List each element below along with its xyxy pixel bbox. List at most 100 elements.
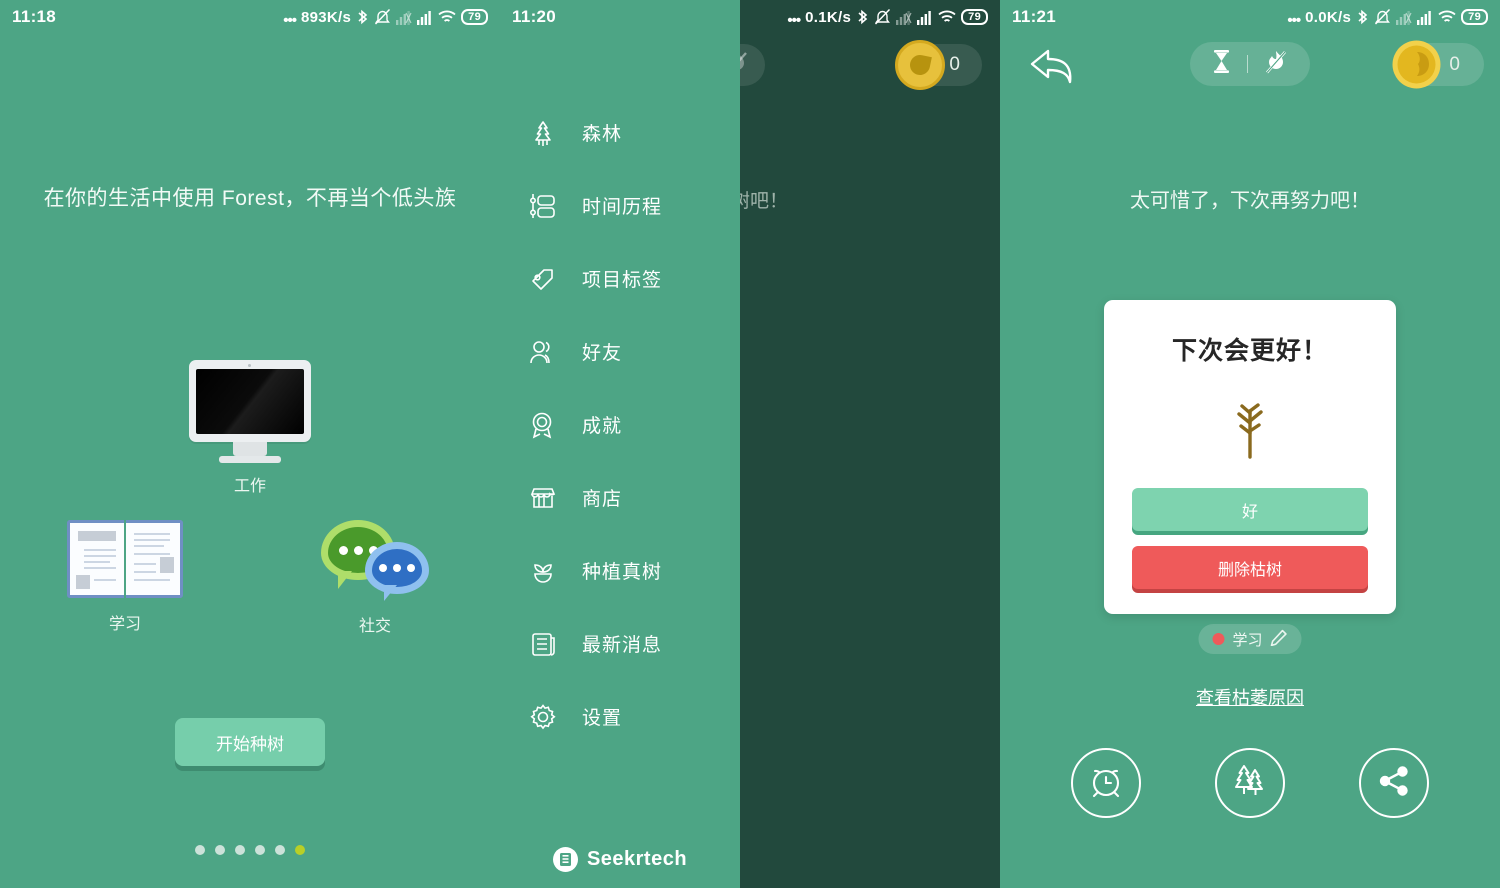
menu-item-label: 成就 xyxy=(582,416,623,437)
battery-icon: 79 xyxy=(961,9,988,25)
screen-result: 11:21 ••• 0.0K/s 79 0 太可惜了，下次再努力吧！ 下次会更好… xyxy=(1000,0,1500,888)
pager-dot[interactable] xyxy=(215,845,225,855)
network-speed: 0.1K/s xyxy=(805,8,852,26)
pencil-icon[interactable] xyxy=(1270,629,1288,650)
category-study-label: 学习 xyxy=(108,616,141,633)
signal-icon xyxy=(417,9,433,25)
pager-dot[interactable] xyxy=(275,845,285,855)
status-time: 11:18 xyxy=(12,7,57,26)
result-tag[interactable]: 学习 xyxy=(1198,624,1302,654)
start-planting-button[interactable]: 开始种树 xyxy=(175,718,325,766)
menu-item-store[interactable]: 商店 xyxy=(500,461,740,534)
category-study[interactable]: 学习 xyxy=(0,520,250,636)
menu-item-friends[interactable]: 好友 xyxy=(500,315,740,388)
network-speed: 893K/s xyxy=(300,8,352,26)
status-bar: 11:21 ••• 0.0K/s 79 xyxy=(1000,0,1500,34)
store-icon xyxy=(528,481,568,515)
hourglass-icon[interactable] xyxy=(1212,49,1231,79)
network-dots-icon: ••• xyxy=(1287,11,1301,29)
sprout-icon xyxy=(528,554,568,588)
achievement-medal-icon xyxy=(528,408,568,442)
coin-counter[interactable]: 0 xyxy=(1392,40,1484,89)
category-social-label: 社交 xyxy=(358,618,391,635)
mute-icon xyxy=(374,8,391,26)
news-icon xyxy=(528,627,568,661)
category-work[interactable]: 工作 xyxy=(0,360,500,496)
fail-message: 太可惜了，下次再努力吧！ xyxy=(1130,190,1370,212)
battery-icon: 79 xyxy=(1461,9,1488,25)
mute-icon xyxy=(1374,8,1391,26)
forest-trees-icon xyxy=(1230,761,1270,806)
dialog-ok-button[interactable]: 好 xyxy=(1132,488,1368,531)
brand-footer: Seekrtech xyxy=(500,847,740,872)
dialog-title: 下次会更好！ xyxy=(1171,337,1328,365)
menu-item-label: 设置 xyxy=(582,708,623,729)
mute-icon xyxy=(874,8,891,26)
screens-container: 11:18 ••• 893K/s 79 在你的生活中使用 Forest，不再当个… xyxy=(0,0,1500,888)
pager-dots[interactable] xyxy=(0,845,500,855)
status-bar: 11:18 ••• 893K/s 79 xyxy=(0,0,500,34)
pager-dot-active[interactable] xyxy=(295,845,305,855)
no-flame-icon[interactable] xyxy=(1264,49,1288,80)
pager-dot[interactable] xyxy=(255,845,265,855)
timer-header: 0 xyxy=(694,40,1000,94)
status-icons: ••• 0.1K/s 79 xyxy=(787,8,988,29)
bluetooth-icon xyxy=(1356,8,1369,27)
menu-item-settings[interactable]: 设置 xyxy=(500,680,740,753)
seekrtech-logo-icon xyxy=(552,847,578,872)
share-button[interactable] xyxy=(1359,748,1429,818)
share-icon xyxy=(1377,764,1411,803)
chat-bubbles-icon xyxy=(321,520,429,601)
view-reason-link[interactable]: 查看枯萎原因 xyxy=(1000,684,1500,710)
pager-dot[interactable] xyxy=(195,845,205,855)
category-row: 学习 社交 xyxy=(0,520,500,636)
menu-item-plant-real-tree[interactable]: 种植真树 xyxy=(500,534,740,607)
dead-tree-icon xyxy=(1222,391,1278,459)
book-icon xyxy=(67,520,183,598)
signal-weak-icon xyxy=(1396,9,1412,25)
alarm-clock-icon xyxy=(1087,762,1125,805)
coin-count: 0 xyxy=(949,54,960,75)
action-buttons xyxy=(1000,748,1500,818)
forest-button[interactable] xyxy=(1215,748,1285,818)
menu-item-achievements[interactable]: 成就 xyxy=(500,388,740,461)
back-arrow-icon[interactable] xyxy=(1026,46,1078,91)
mode-switch[interactable] xyxy=(1190,42,1310,86)
onboarding-title: 在你的生活中使用 Forest，不再当个低头族 xyxy=(43,187,457,210)
category-social[interactable]: 社交 xyxy=(250,520,500,636)
menu-item-news[interactable]: 最新消息 xyxy=(500,607,740,680)
menu-item-label: 种植真树 xyxy=(582,562,663,583)
bluetooth-icon xyxy=(356,8,369,27)
coin-counter-dark[interactable]: 0 xyxy=(895,40,982,90)
screen-onboarding: 11:18 ••• 893K/s 79 在你的生活中使用 Forest，不再当个… xyxy=(0,0,500,888)
menu-item-label: 好友 xyxy=(582,343,623,364)
network-dots-icon: ••• xyxy=(283,11,297,29)
menu-item-label: 商店 xyxy=(582,489,623,510)
monitor-icon xyxy=(189,360,311,463)
status-time: 11:21 xyxy=(1012,7,1057,26)
forest-tree-icon xyxy=(528,116,568,150)
tag-label: 学习 xyxy=(1232,631,1263,649)
dialog-delete-button[interactable]: 删除枯树 xyxy=(1132,546,1368,589)
menu-item-timeline[interactable]: 时间历程 xyxy=(500,169,740,242)
brand-name: Seekrtech xyxy=(586,848,688,870)
alarm-button[interactable] xyxy=(1071,748,1141,818)
coin-icon xyxy=(895,40,946,90)
menu-item-label: 时间历程 xyxy=(582,197,663,218)
menu-item-label: 森林 xyxy=(582,124,623,145)
category-work-label: 工作 xyxy=(233,478,266,495)
menu-item-forest[interactable]: 森林 xyxy=(500,96,740,169)
wifi-icon xyxy=(938,10,956,25)
signal-weak-icon xyxy=(896,9,912,25)
menu-item-tags[interactable]: 项目标签 xyxy=(500,242,740,315)
status-time: 11:20 xyxy=(512,7,557,26)
pager-dot[interactable] xyxy=(235,845,245,855)
status-icons: ••• 893K/s 79 xyxy=(283,8,488,29)
result-header: 0 xyxy=(1000,40,1500,94)
friends-icon xyxy=(528,335,568,369)
mode-separator xyxy=(1247,55,1248,73)
signal-weak-icon xyxy=(396,9,412,25)
result-dialog: 下次会更好！ 好 删除枯树 xyxy=(1104,300,1396,614)
tag-icon xyxy=(528,262,568,296)
coin-count: 0 xyxy=(1449,53,1460,75)
